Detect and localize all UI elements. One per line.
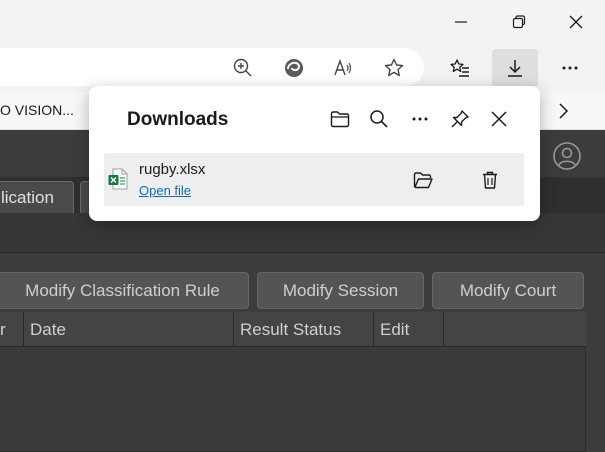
downloads-button[interactable]	[492, 49, 538, 87]
favorites-list-icon	[450, 59, 469, 77]
close-window-button[interactable]	[547, 0, 605, 44]
edge-copilot-icon	[285, 59, 303, 77]
search-icon	[370, 110, 388, 128]
downloads-icon	[508, 60, 522, 77]
restore-icon	[512, 15, 526, 29]
add-favorite-button[interactable]	[376, 50, 412, 86]
open-file-link[interactable]: Open file	[139, 183, 191, 198]
close-icon	[491, 111, 507, 127]
downloads-more-button[interactable]	[407, 106, 433, 132]
pin-icon	[451, 110, 469, 128]
excel-file-icon	[108, 168, 128, 190]
read-aloud-button[interactable]	[325, 50, 361, 86]
downloads-flyout: Downloads rugby.xlsx Open file	[89, 86, 540, 221]
restore-button[interactable]	[490, 0, 548, 44]
minimize-button[interactable]	[432, 0, 490, 44]
zoom-in-icon	[233, 58, 252, 77]
favorite-star-icon	[384, 58, 404, 77]
user-avatar-icon[interactable]	[552, 141, 582, 171]
read-aloud-icon	[334, 58, 352, 76]
modify-session-button[interactable]: Modify Session	[257, 272, 424, 309]
close-downloads-button[interactable]	[486, 106, 512, 132]
pin-downloads-button[interactable]	[447, 106, 473, 132]
show-in-folder-button[interactable]	[411, 168, 435, 192]
column-header-date[interactable]: Date	[24, 312, 234, 347]
settings-more-button[interactable]	[552, 50, 588, 86]
modify-classification-rule-button[interactable]: Modify Classification Rule	[0, 272, 249, 309]
delete-download-button[interactable]	[478, 168, 502, 192]
tab-classification[interactable]: lication	[0, 181, 74, 213]
downloads-title: Downloads	[127, 109, 229, 130]
copilot-button[interactable]	[276, 50, 312, 86]
download-file-name: rugby.xlsx	[139, 161, 206, 178]
delete-icon	[483, 171, 497, 189]
column-header-edit[interactable]: Edit	[374, 312, 444, 347]
zoom-button[interactable]	[225, 50, 261, 86]
browser-toolbar	[0, 44, 605, 92]
more-icon	[562, 66, 578, 70]
close-icon	[569, 15, 583, 29]
minimize-icon	[455, 21, 467, 23]
favorites-button[interactable]	[442, 50, 478, 86]
column-header-result-status[interactable]: Result Status	[234, 312, 374, 347]
column-header-partial[interactable]: r	[0, 312, 24, 347]
modify-court-button[interactable]: Modify Court	[432, 272, 584, 309]
open-downloads-folder-button[interactable]	[327, 106, 353, 132]
window-title-bar	[0, 0, 605, 44]
favorite-item[interactable]: O VISION...	[0, 102, 74, 118]
show-in-folder-icon	[413, 172, 433, 189]
chevron-right-icon[interactable]	[552, 100, 574, 122]
search-downloads-button[interactable]	[366, 106, 392, 132]
more-icon	[412, 117, 428, 121]
open-folder-icon	[330, 111, 350, 128]
